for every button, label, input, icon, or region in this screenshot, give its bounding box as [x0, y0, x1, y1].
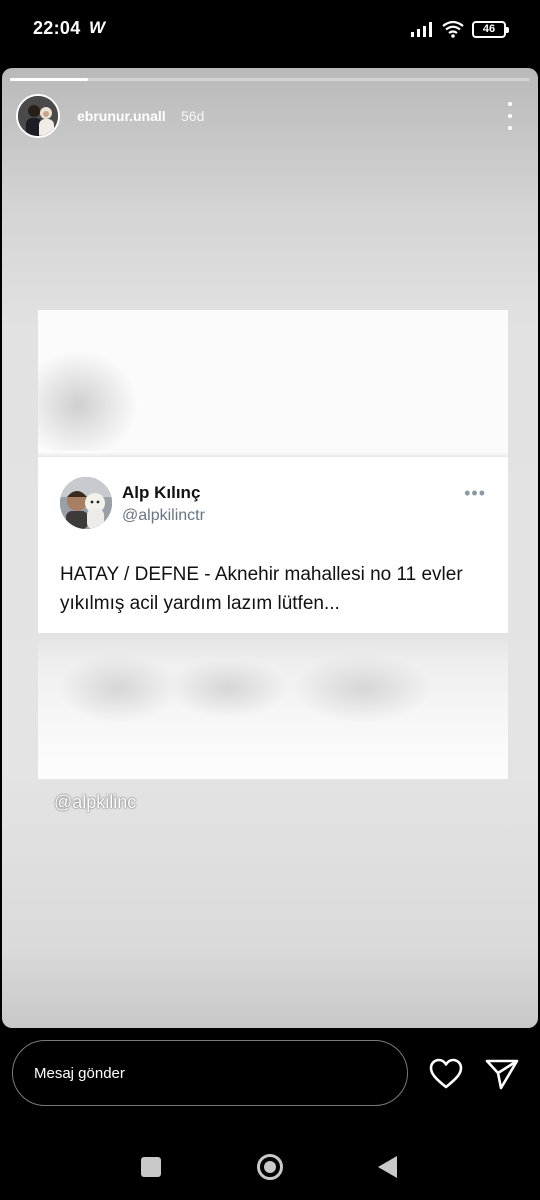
battery-icon: 46 [472, 20, 509, 38]
story-progress-fill [10, 78, 88, 81]
carrier-icon: W [89, 18, 106, 37]
mention-sticker[interactable]: @alpkilinc [54, 792, 136, 813]
send-icon[interactable] [484, 1056, 520, 1092]
home-button[interactable] [257, 1154, 283, 1180]
status-bar: 22:04 W 46 [0, 0, 540, 62]
blurred-area-bottom [38, 633, 508, 779]
more-options-icon[interactable] [500, 102, 520, 130]
tweet-author-handle: @alpkilinctr [122, 507, 205, 524]
avatar[interactable] [16, 94, 60, 138]
tweet: Alp Kılınç @alpkilinctr ••• HATAY / DEFN… [38, 457, 508, 633]
message-input[interactable] [12, 1040, 408, 1106]
story-timestamp: 56d [181, 108, 205, 124]
story-header: ebrunur.unall 56d [16, 94, 526, 142]
recent-apps-button[interactable] [141, 1157, 161, 1177]
tweet-text: HATAY / DEFNE - Aknehir mahallesi no 11 … [60, 564, 463, 614]
back-button[interactable] [378, 1156, 397, 1178]
signal-icon [411, 22, 432, 37]
story-progress-bar [10, 78, 530, 81]
blurred-area-top [38, 310, 508, 457]
battery-level: 46 [482, 23, 496, 35]
status-time: 22:04 [33, 18, 81, 38]
navigation-bar [0, 1125, 540, 1200]
tweet-more-icon: ••• [464, 483, 486, 503]
status-icons: 46 [410, 20, 509, 38]
tweet-screenshot: Alp Kılınç @alpkilinctr ••• HATAY / DEFN… [38, 310, 508, 779]
reply-bar [0, 1030, 540, 1120]
story-username[interactable]: ebrunur.unall [77, 108, 166, 124]
heart-icon[interactable] [428, 1056, 464, 1092]
tweet-author-name: Alp Kılınç [122, 483, 201, 502]
tweet-avatar [60, 477, 112, 529]
wifi-icon [442, 20, 464, 38]
story-viewer[interactable]: ebrunur.unall 56d Alp Kılınç @alpkilinct… [2, 68, 538, 1028]
